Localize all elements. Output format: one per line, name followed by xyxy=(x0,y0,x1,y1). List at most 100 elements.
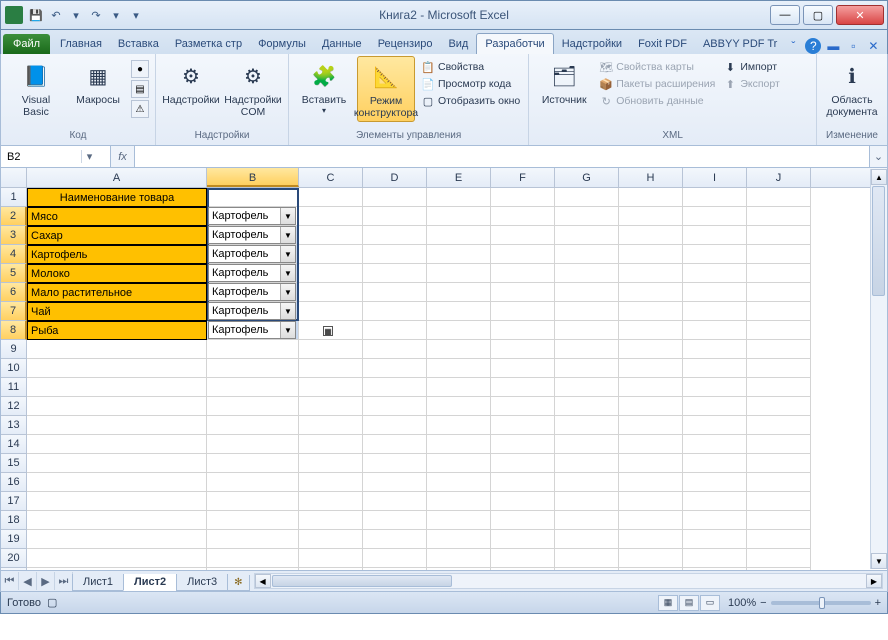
col-header-C[interactable]: C xyxy=(299,168,363,187)
expand-formula-icon[interactable]: ⌄ xyxy=(869,146,887,167)
tab-addins[interactable]: Надстройки xyxy=(554,34,630,54)
cell[interactable] xyxy=(27,568,207,570)
cell[interactable] xyxy=(207,492,299,511)
cell[interactable] xyxy=(363,378,427,397)
cell[interactable] xyxy=(555,302,619,321)
row-header[interactable]: 11 xyxy=(1,378,27,397)
normal-view-icon[interactable]: ▦ xyxy=(658,595,678,611)
cell[interactable] xyxy=(619,454,683,473)
chevron-down-icon[interactable]: ▼ xyxy=(280,303,295,319)
xml-source-button[interactable]: 🗂Источник xyxy=(535,56,593,108)
qat-customize-icon[interactable]: ▾ xyxy=(127,6,145,24)
cell[interactable] xyxy=(363,264,427,283)
tab-formulas[interactable]: Формулы xyxy=(250,34,314,54)
cell[interactable] xyxy=(555,188,619,207)
cell[interactable] xyxy=(619,530,683,549)
cell[interactable] xyxy=(747,473,811,492)
pagelayout-view-icon[interactable]: ▤ xyxy=(679,595,699,611)
cell[interactable] xyxy=(299,359,363,378)
sheet-nav-next-icon[interactable]: ▶ xyxy=(37,572,55,590)
cell[interactable] xyxy=(491,568,555,570)
cell[interactable] xyxy=(363,321,427,340)
cell[interactable] xyxy=(427,378,491,397)
cell[interactable] xyxy=(619,340,683,359)
cell[interactable] xyxy=(299,378,363,397)
cell[interactable] xyxy=(555,473,619,492)
combobox-control[interactable]: Картофель▼ xyxy=(208,283,296,301)
zoom-slider-handle[interactable] xyxy=(819,597,825,609)
cell[interactable] xyxy=(619,492,683,511)
cell[interactable] xyxy=(427,454,491,473)
scroll-left-icon[interactable]: ◀ xyxy=(255,574,271,588)
sheet-tab-3[interactable]: Лист3 xyxy=(176,574,228,591)
macro-security-icon[interactable]: ⚠ xyxy=(131,100,149,118)
cell[interactable] xyxy=(363,416,427,435)
close-button[interactable]: ✕ xyxy=(836,5,884,25)
cell[interactable] xyxy=(363,302,427,321)
cell[interactable]: Чай xyxy=(27,302,207,321)
view-code-button[interactable]: 📄Просмотр кода xyxy=(419,76,522,92)
sheet-tab-1[interactable]: Лист1 xyxy=(72,574,124,591)
row-header[interactable]: 5 xyxy=(1,264,27,283)
cell[interactable]: Молоко xyxy=(27,264,207,283)
name-box-dropdown-icon[interactable]: ▾ xyxy=(81,150,97,163)
cell[interactable] xyxy=(27,454,207,473)
insert-control-button[interactable]: 🧩Вставить▾ xyxy=(295,56,353,117)
cell[interactable] xyxy=(299,283,363,302)
cell[interactable] xyxy=(747,492,811,511)
undo-icon[interactable]: ↶ xyxy=(47,6,65,24)
cell[interactable] xyxy=(299,188,363,207)
chevron-down-icon[interactable]: ▼ xyxy=(280,265,295,281)
row-header[interactable]: 12 xyxy=(1,397,27,416)
cell[interactable] xyxy=(491,188,555,207)
col-header-D[interactable]: D xyxy=(363,168,427,187)
row-header[interactable]: 20 xyxy=(1,549,27,568)
cell[interactable] xyxy=(555,435,619,454)
row-header[interactable]: 10 xyxy=(1,359,27,378)
cell[interactable] xyxy=(747,321,811,340)
maximize-button[interactable]: ▢ xyxy=(803,5,833,25)
cell[interactable] xyxy=(747,454,811,473)
row-header[interactable]: 14 xyxy=(1,435,27,454)
row-header[interactable]: 2 xyxy=(1,207,27,226)
row-header[interactable]: 21 xyxy=(1,568,27,570)
cell[interactable] xyxy=(299,264,363,283)
cell[interactable] xyxy=(491,378,555,397)
cell[interactable] xyxy=(427,321,491,340)
cell[interactable] xyxy=(555,397,619,416)
pagebreak-view-icon[interactable]: ▭ xyxy=(700,595,720,611)
cell[interactable] xyxy=(619,302,683,321)
cell[interactable] xyxy=(619,511,683,530)
cell[interactable] xyxy=(555,549,619,568)
cell[interactable] xyxy=(683,568,747,570)
mdi-close-icon[interactable]: ✕ xyxy=(865,38,881,54)
cell[interactable] xyxy=(427,492,491,511)
chevron-down-icon[interactable]: ▼ xyxy=(280,322,295,338)
col-header-F[interactable]: F xyxy=(491,168,555,187)
cell[interactable] xyxy=(299,340,363,359)
cell[interactable] xyxy=(207,454,299,473)
horizontal-scrollbar[interactable]: ◀ ▶ xyxy=(254,573,883,589)
com-addins-button[interactable]: ⚙Надстройки COM xyxy=(224,56,282,120)
tab-pagelayout[interactable]: Разметка стр xyxy=(167,34,250,54)
cell[interactable] xyxy=(555,340,619,359)
doc-panel-button[interactable]: ℹОбласть документа xyxy=(823,56,881,120)
addins-button[interactable]: ⚙Надстройки xyxy=(162,56,220,108)
cell[interactable] xyxy=(555,511,619,530)
cell[interactable] xyxy=(27,492,207,511)
tab-foxit[interactable]: Foxit PDF xyxy=(630,34,695,54)
design-mode-button[interactable]: 📐Режим конструктора xyxy=(357,56,415,122)
scroll-down-icon[interactable]: ▼ xyxy=(871,553,887,569)
cell[interactable] xyxy=(207,416,299,435)
row-header[interactable]: 4 xyxy=(1,245,27,264)
hscroll-thumb[interactable] xyxy=(272,575,452,587)
fx-button[interactable]: fx xyxy=(111,146,135,167)
properties-button[interactable]: 📋Свойства xyxy=(419,59,522,75)
cell[interactable] xyxy=(363,397,427,416)
cell[interactable] xyxy=(27,549,207,568)
cell[interactable] xyxy=(747,302,811,321)
cell[interactable] xyxy=(491,397,555,416)
cell[interactable] xyxy=(555,283,619,302)
cell[interactable] xyxy=(27,416,207,435)
cell[interactable] xyxy=(683,416,747,435)
